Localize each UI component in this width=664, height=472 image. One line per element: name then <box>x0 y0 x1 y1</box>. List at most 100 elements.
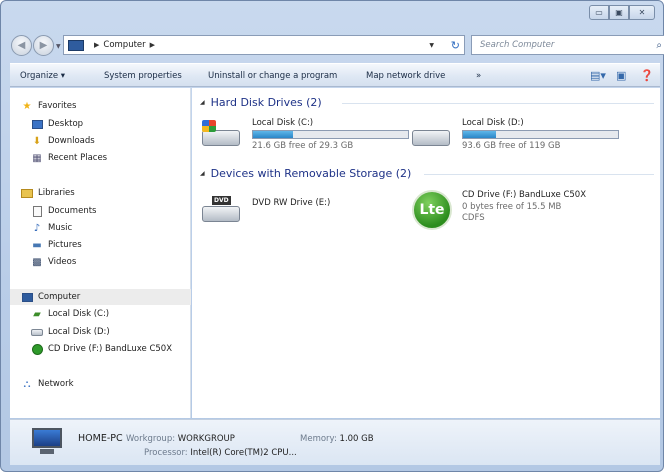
breadcrumb-computer[interactable]: Computer <box>103 40 145 50</box>
nav-desktop[interactable]: Desktop <box>30 116 211 132</box>
collapse-triangle-icon[interactable]: ◢ <box>200 170 205 177</box>
collapse-triangle-icon[interactable]: ◢ <box>200 99 205 106</box>
nav-recent-places[interactable]: ▦ Recent Places <box>30 150 211 166</box>
workgroup: Workgroup: WORKGROUP <box>126 434 235 444</box>
nav-downloads[interactable]: ⬇ Downloads <box>30 133 211 149</box>
lte-logo-icon: Lte <box>412 190 452 230</box>
nav-music[interactable]: ♪ Music <box>30 220 211 236</box>
workgroup-label: Workgroup: <box>126 434 176 444</box>
workgroup-value: WORKGROUP <box>177 434 235 444</box>
star-icon: ★ <box>22 100 32 112</box>
organize-menu[interactable]: Organize ▾ <box>20 71 65 81</box>
pc-name: HOME-PC <box>78 433 123 444</box>
network-icon: ⛬ <box>23 378 31 390</box>
memory-value: 1.00 GB <box>339 434 374 444</box>
recent-places-icon: ▦ <box>32 152 42 164</box>
lte-drive-icon <box>30 343 44 355</box>
nav-libraries[interactable]: Libraries <box>20 185 201 201</box>
desktop-icon <box>30 118 44 130</box>
windows-logo-icon <box>202 120 216 132</box>
recent-pages-dropdown[interactable]: ▼ <box>56 43 61 50</box>
usage-bar-fill <box>253 131 294 138</box>
nav-favorites[interactable]: ★ Favorites <box>20 98 201 114</box>
nav-network[interactable]: ⛬ Network <box>20 376 201 392</box>
group-header-removable[interactable]: ◢ Devices with Removable Storage (2) <box>200 167 654 180</box>
search-placeholder: Search Computer <box>480 40 555 50</box>
details-pane: HOME-PC Workgroup: WORKGROUP Memory: 1.0… <box>10 419 660 465</box>
drive-free-space: 21.6 GB free of 29.3 GB <box>252 141 354 151</box>
close-button[interactable]: ✕ <box>629 5 655 20</box>
change-view-icon[interactable]: ▤▾ <box>590 69 606 82</box>
caption-buttons: ▭ ▣ ✕ <box>589 5 655 20</box>
usage-bar-fill <box>463 131 496 138</box>
group-divider <box>424 174 654 175</box>
drive-tile-d[interactable]: Local Disk (D:) 93.6 GB free of 119 GB <box>412 118 642 158</box>
memory-label: Memory: <box>300 434 337 444</box>
drive-name: Local Disk (C:) <box>252 118 314 128</box>
drive-name: Local Disk (D:) <box>462 118 524 128</box>
group-header-hard-disks[interactable]: ◢ Hard Disk Drives (2) <box>200 96 654 109</box>
map-network-drive-button[interactable]: Map network drive <box>366 71 445 81</box>
back-arrow-icon: ◀ <box>17 40 26 51</box>
drive-filesystem: CDFS <box>462 213 485 223</box>
breadcrumb-chevron-icon[interactable]: ▶ <box>94 41 99 49</box>
pictures-icon: ▬ <box>32 239 42 251</box>
more-commands-button[interactable]: » <box>476 71 481 81</box>
libraries-icon <box>20 187 34 199</box>
group-divider <box>342 103 654 104</box>
drive-tile-c[interactable]: Local Disk (C:) 21.6 GB free of 29.3 GB <box>202 118 432 158</box>
explorer-window: ▭ ▣ ✕ ◀ ▶ ▼ ▶ Computer ▶ ▼ ↻ Search Comp… <box>0 0 664 472</box>
maximize-button[interactable]: ▣ <box>609 5 629 20</box>
command-bar: Organize ▾ System properties Uninstall o… <box>10 63 660 87</box>
usage-bar <box>252 130 409 139</box>
breadcrumb-chevron-icon[interactable]: ▶ <box>150 41 155 49</box>
downloads-icon: ⬇ <box>32 135 42 147</box>
dvd-badge: DVD <box>212 196 231 205</box>
preview-pane-icon[interactable]: ▣ <box>616 69 626 82</box>
documents-icon <box>30 205 44 217</box>
drive-tile-dvd[interactable]: DVD DVD RW Drive (E:) <box>202 192 432 232</box>
drive-name: CD Drive (F:) BandLuxe C50X <box>462 190 587 200</box>
content-pane: ◢ Hard Disk Drives (2) Local Disk (C:) 2… <box>192 88 660 418</box>
memory: Memory: 1.00 GB <box>300 434 374 444</box>
processor-label: Processor: <box>144 448 188 458</box>
drive-free-space: 93.6 GB free of 119 GB <box>462 141 561 151</box>
refresh-icon[interactable]: ↻ <box>451 39 460 52</box>
computer-icon <box>20 291 34 303</box>
nav-computer[interactable]: Computer <box>10 289 191 305</box>
address-dropdown-icon[interactable]: ▼ <box>429 42 434 49</box>
nav-cd-drive[interactable]: CD Drive (F:) BandLuxe C50X <box>30 341 211 357</box>
search-input[interactable]: Search Computer ⌕ <box>471 35 664 55</box>
drive-icon <box>30 326 44 338</box>
forward-arrow-icon: ▶ <box>39 40 48 51</box>
help-icon[interactable]: ❓ <box>640 69 654 82</box>
back-button[interactable]: ◀ <box>11 35 32 56</box>
usage-bar <box>462 130 619 139</box>
drive-tile-cd[interactable]: Lte CD Drive (F:) BandLuxe C50X 0 bytes … <box>412 190 642 230</box>
windows-drive-icon: ▰ <box>33 308 41 320</box>
processor-value: Intel(R) Core(TM)2 CPU... <box>190 448 297 458</box>
hard-disk-icon <box>412 120 452 150</box>
forward-button[interactable]: ▶ <box>33 35 54 56</box>
system-properties-button[interactable]: System properties <box>104 71 182 81</box>
drive-name: DVD RW Drive (E:) <box>252 198 331 208</box>
minimize-button[interactable]: ▭ <box>589 5 609 20</box>
navigation-row: ◀ ▶ ▼ ▶ Computer ▶ ▼ ↻ Search Computer ⌕ <box>11 35 664 57</box>
search-icon[interactable]: ⌕ <box>656 40 662 51</box>
videos-icon: ▩ <box>32 256 42 268</box>
nav-pictures[interactable]: ▬ Pictures <box>30 237 211 253</box>
uninstall-program-button[interactable]: Uninstall or change a program <box>208 71 337 81</box>
dvd-drive-icon: DVD <box>202 194 242 224</box>
navigation-pane: ★ Favorites Desktop ⬇ Downloads ▦ Recent Pl… <box>10 88 191 418</box>
nav-local-disk-d[interactable]: Local Disk (D:) <box>30 324 211 340</box>
computer-icon <box>68 39 84 51</box>
music-icon: ♪ <box>33 222 41 234</box>
processor: Processor: Intel(R) Core(TM)2 CPU... <box>144 448 297 458</box>
nav-videos[interactable]: ▩ Videos <box>30 254 211 270</box>
nav-local-disk-c[interactable]: ▰ Local Disk (C:) <box>30 306 211 322</box>
computer-icon <box>32 428 62 454</box>
drive-free-space: 0 bytes free of 15.5 MB <box>462 202 562 212</box>
address-bar[interactable]: ▶ Computer ▶ ▼ ↻ <box>63 35 465 55</box>
nav-documents[interactable]: Documents <box>30 203 211 219</box>
windows-hard-disk-icon <box>202 120 242 150</box>
